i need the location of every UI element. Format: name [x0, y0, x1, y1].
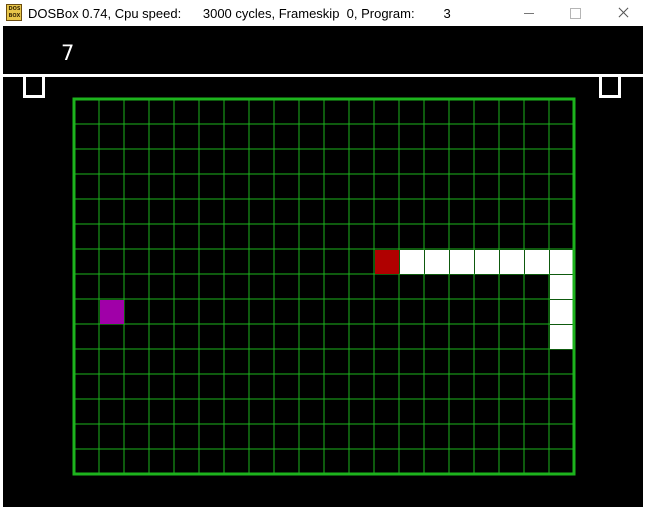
snake-segment	[450, 250, 474, 274]
snake-segment	[475, 250, 499, 274]
icon-text-top: DOS	[8, 6, 21, 12]
food-pellet	[100, 300, 124, 324]
snake-segment	[550, 300, 574, 324]
snake-segment	[425, 250, 449, 274]
snake-segment	[550, 250, 574, 274]
minimize-icon	[524, 13, 534, 14]
snake-head	[375, 250, 399, 274]
close-button[interactable]	[600, 0, 646, 26]
snake-segment	[550, 275, 574, 299]
snake-segment	[400, 250, 424, 274]
snake-segment	[500, 250, 524, 274]
maximize-icon	[570, 8, 581, 19]
snake-segment	[550, 325, 574, 349]
game-screen[interactable]: 7	[3, 26, 643, 507]
dosbox-app-icon[interactable]: DOS BOX	[6, 4, 22, 21]
window-title-bar[interactable]: DOS BOX DOSBox 0.74, Cpu speed: 3000 cyc…	[0, 0, 646, 26]
window-title: DOSBox 0.74, Cpu speed: 3000 cycles, Fra…	[28, 6, 451, 21]
snake-segment	[525, 250, 549, 274]
game-board	[72, 97, 576, 476]
minimize-button[interactable]	[506, 0, 552, 26]
icon-text-bottom: BOX	[8, 13, 21, 19]
maximize-button[interactable]	[552, 0, 598, 26]
